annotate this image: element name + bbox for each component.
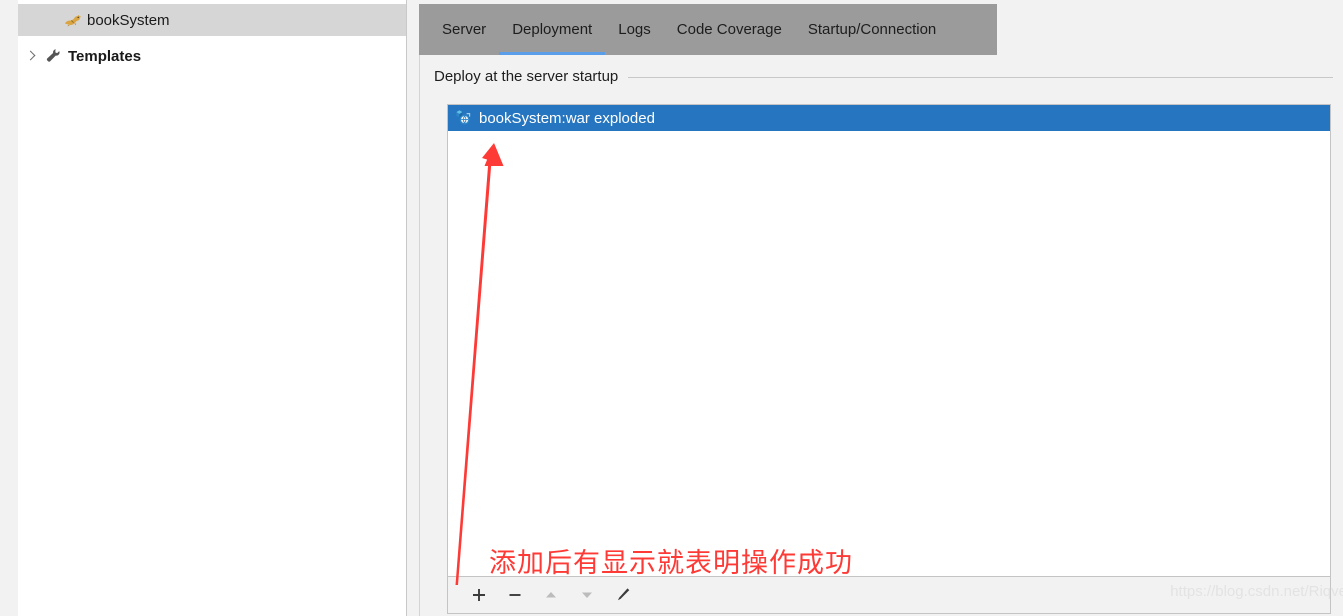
remove-artifact-button[interactable] — [497, 580, 533, 610]
tab-label: Deployment — [512, 21, 593, 38]
deployment-tab-content: Deploy at the server startup bookSystem:… — [419, 55, 1343, 616]
move-up-button — [533, 580, 569, 610]
tab-server[interactable]: Server — [429, 4, 499, 55]
tab-label: Startup/Connection — [807, 21, 937, 38]
window-right-edge — [1334, 0, 1343, 616]
tree-left-gutter — [0, 0, 18, 616]
move-down-button — [569, 580, 605, 610]
tab-deployment[interactable]: Deployment — [499, 4, 606, 55]
tab-label: Code Coverage — [676, 21, 782, 38]
tab-bar: Server Deployment Logs Code Coverage Sta… — [419, 4, 997, 55]
deploy-group-header: Deploy at the server startup — [434, 65, 1333, 87]
artifact-war-exploded-icon — [453, 109, 473, 127]
edit-artifact-button[interactable] — [605, 580, 641, 610]
tab-startup-connection[interactable]: Startup/Connection — [795, 4, 949, 55]
deploy-group-label: Deploy at the server startup — [434, 67, 619, 85]
add-artifact-button[interactable] — [461, 580, 497, 610]
tab-logs[interactable]: Logs — [605, 4, 664, 55]
tomcat-icon — [64, 12, 82, 28]
tomcat-run-configuration-window: bookSystem Templates Server Deployment L… — [0, 0, 1343, 616]
artifacts-list[interactable]: bookSystem:war exploded — [447, 104, 1331, 577]
sidebar-item-booksystem[interactable]: bookSystem — [18, 4, 406, 36]
group-separator-rule — [628, 76, 1333, 78]
tab-label: Server — [442, 21, 487, 38]
artifacts-toolbar — [447, 576, 1331, 614]
tab-label: Logs — [618, 21, 651, 38]
sidebar-item-label: bookSystem — [87, 11, 170, 29]
configuration-tree-panel: bookSystem Templates — [0, 0, 406, 616]
list-item-label: bookSystem:war exploded — [479, 109, 655, 127]
chevron-right-icon[interactable] — [24, 49, 38, 63]
configuration-detail-panel: Server Deployment Logs Code Coverage Sta… — [407, 0, 1343, 616]
tab-code-coverage[interactable]: Code Coverage — [664, 4, 795, 55]
list-item[interactable]: bookSystem:war exploded — [448, 105, 1330, 131]
wrench-icon — [44, 48, 62, 64]
sidebar-item-templates[interactable]: Templates — [18, 40, 406, 72]
sidebar-item-label: Templates — [68, 47, 142, 65]
